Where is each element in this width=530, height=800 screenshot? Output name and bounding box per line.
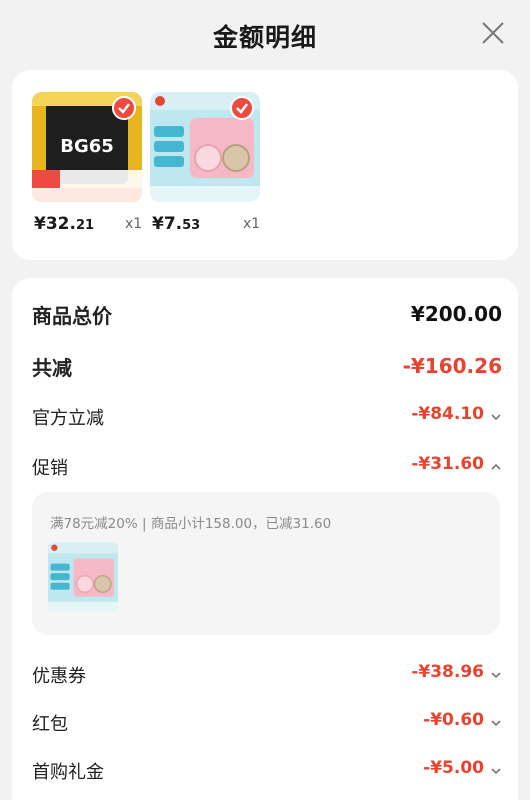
official-discount-label: 官方立减 — [32, 408, 104, 429]
product-price: ¥7.53 — [152, 214, 201, 234]
total-price-label: 商品总价 — [32, 304, 112, 328]
close-icon[interactable] — [480, 20, 506, 46]
product-quantity: x1 — [125, 216, 143, 232]
selected-check-icon[interactable] — [230, 96, 254, 120]
total-discount-value: -¥160.26 — [402, 354, 502, 378]
promotion-product-thumbnail[interactable] — [48, 542, 118, 612]
chevron-up-icon[interactable] — [490, 458, 502, 470]
red-packet-row[interactable]: 红包 -¥0.60 — [32, 706, 502, 740]
promotion-label: 促销 — [32, 458, 68, 479]
amount-detail-card: 商品总价 ¥200.00 共减 -¥160.26 官方立减 -¥84.10 促销… — [12, 278, 518, 800]
promotion-value: -¥31.60 — [411, 454, 484, 474]
red-packet-value: -¥0.60 — [423, 710, 484, 730]
promotion-detail-panel: 满78元减20% | 商品小计158.00，已减31.60 — [32, 492, 500, 635]
promotion-detail-text: 满78元减20% | 商品小计158.00，已减31.60 — [50, 516, 332, 532]
total-discount-label: 共减 — [32, 356, 72, 380]
selected-check-icon[interactable] — [112, 96, 136, 120]
coupon-value: -¥38.96 — [411, 662, 484, 682]
coupon-row[interactable]: 优惠券 -¥38.96 — [32, 658, 502, 692]
first-purchase-gift-value: -¥5.00 — [423, 758, 484, 778]
total-price-value: ¥200.00 — [410, 302, 502, 326]
promotion-row[interactable]: 促销 -¥31.60 — [32, 450, 502, 484]
header: 金额明细 — [0, 0, 530, 68]
product-quantity: x1 — [243, 216, 261, 232]
thumb-brand-text: BG65 — [60, 136, 114, 157]
product-price: ¥32.21 — [34, 214, 95, 234]
chevron-down-icon[interactable] — [490, 666, 502, 679]
page-title: 金额明细 — [212, 23, 317, 52]
coupon-label: 优惠券 — [32, 666, 86, 687]
chevron-down-icon[interactable] — [490, 762, 502, 775]
products-card: BG65 ¥32.21 x1 ¥7.53 x1 — [12, 70, 518, 260]
official-discount-row[interactable]: 官方立减 -¥84.10 — [32, 400, 502, 434]
total-price-row: 商品总价 ¥200.00 — [32, 298, 502, 332]
red-packet-label: 红包 — [32, 714, 68, 735]
total-discount-row: 共减 -¥160.26 — [32, 350, 502, 384]
chevron-down-icon[interactable] — [490, 714, 502, 727]
first-purchase-gift-row[interactable]: 首购礼金 -¥5.00 — [32, 754, 502, 788]
official-discount-value: -¥84.10 — [411, 404, 484, 424]
chevron-down-icon[interactable] — [490, 408, 502, 421]
first-purchase-gift-label: 首购礼金 — [32, 762, 104, 783]
